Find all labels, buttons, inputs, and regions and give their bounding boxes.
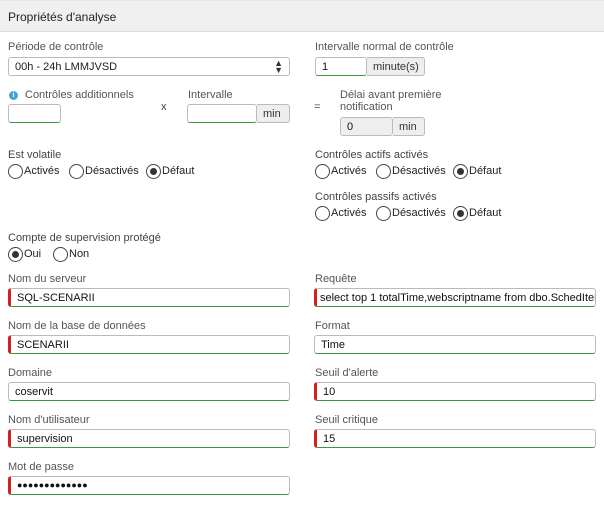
delai-unit: min	[393, 117, 425, 136]
format-input[interactable]: Time	[314, 335, 596, 354]
base-input[interactable]: SCENARII	[8, 335, 290, 354]
protege-label: Compte de supervision protégé	[8, 232, 161, 244]
multiply-symbol: x	[161, 101, 167, 113]
serveur-label: Nom du serveur	[8, 273, 87, 285]
domaine-label: Domaine	[8, 367, 53, 379]
passifs-label: Contrôles passifs activés	[315, 191, 437, 203]
base-label: Nom de la base de données	[8, 320, 146, 332]
periode-value: 00h - 24h LMMJVSD	[15, 61, 118, 73]
equals-symbol: =	[314, 101, 321, 113]
requete-input[interactable]: select top 1 totalTime,webscriptname fro…	[314, 288, 596, 307]
utilisateur-label: Nom d'utilisateur	[8, 414, 90, 426]
intervalle-label: Intervalle	[188, 89, 233, 101]
format-label: Format	[315, 320, 350, 332]
intervalle-input[interactable]	[187, 104, 257, 123]
controles-add-label: Contrôles additionnels	[25, 89, 134, 101]
critique-input[interactable]: 15	[314, 429, 596, 448]
intervalle-unit: min	[257, 104, 290, 123]
intervalle-normal-label: Intervalle normal de contrôle	[315, 41, 454, 53]
alerte-label: Seuil d'alerte	[315, 367, 379, 379]
serveur-input[interactable]: SQL-SCENARII	[8, 288, 290, 307]
alerte-input[interactable]: 10	[314, 382, 596, 401]
domaine-input[interactable]: coservit	[8, 382, 290, 401]
delai-input: 0	[340, 117, 393, 136]
intervalle-normal-unit: minute(s)	[367, 57, 425, 76]
delai-label-line2: notification	[340, 101, 393, 113]
volatile-label: Est volatile	[8, 149, 62, 161]
sort-arrows-icon: ▲ ▼	[274, 58, 283, 75]
periode-label: Période de contrôle	[8, 41, 104, 53]
motdepasse-label: Mot de passe	[8, 461, 75, 473]
delai-label-line1: Délai avant première	[340, 89, 442, 101]
periode-select[interactable]: 00h - 24h LMMJVSD ▲ ▼	[8, 57, 290, 76]
info-icon[interactable]: i	[9, 91, 18, 100]
actifs-label: Contrôles actifs activés	[315, 149, 429, 161]
motdepasse-input[interactable]: ●●●●●●●●●●●●●	[8, 476, 290, 495]
controles-add-input[interactable]	[8, 104, 61, 123]
panel-title: Propriétés d'analyse	[8, 10, 117, 24]
requete-label: Requête	[315, 273, 357, 285]
critique-label: Seuil critique	[315, 414, 378, 426]
utilisateur-input[interactable]: supervision	[8, 429, 290, 448]
intervalle-normal-input[interactable]: 1	[315, 57, 367, 76]
panel-header: Propriétés d'analyse	[0, 0, 604, 32]
